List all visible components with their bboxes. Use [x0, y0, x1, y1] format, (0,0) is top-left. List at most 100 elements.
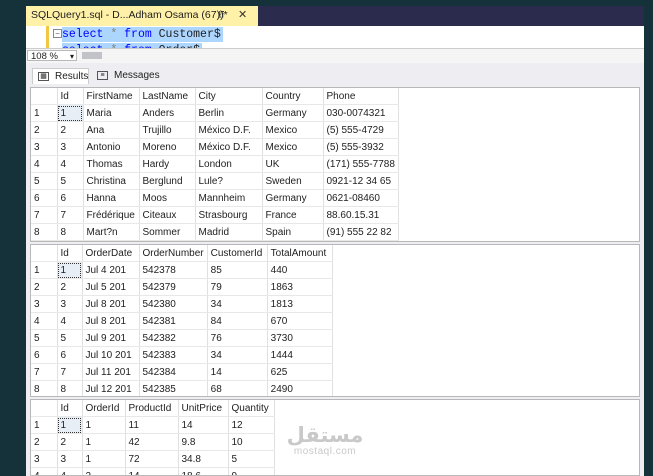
table-cell[interactable]: 79: [207, 278, 268, 296]
row-number[interactable]: 2: [31, 278, 58, 296]
table-cell[interactable]: 1: [82, 450, 126, 468]
table-cell[interactable]: Mart?n: [83, 223, 140, 241]
table-cell[interactable]: 18.6: [178, 467, 229, 475]
table-cell[interactable]: 14: [207, 363, 268, 381]
table-cell[interactable]: Thomas: [83, 155, 140, 173]
table-row[interactable]: 8 8 Jul 12 201 542385 68 2490: [31, 380, 333, 396]
table-cell[interactable]: 670: [267, 312, 333, 330]
table-cell[interactable]: 9.8: [178, 433, 229, 451]
table-cell[interactable]: 0921-12 34 65: [323, 172, 399, 190]
table-cell[interactable]: (5) 555-3932: [323, 138, 399, 156]
row-number[interactable]: 4: [31, 312, 58, 330]
table-cell[interactable]: 0621-08460: [323, 189, 399, 207]
table-cell[interactable]: Sweden: [262, 172, 324, 190]
table-cell[interactable]: Antonio: [83, 138, 140, 156]
table-cell[interactable]: 1: [57, 261, 83, 279]
table-cell[interactable]: 1813: [267, 295, 333, 313]
table-cell[interactable]: 34: [207, 295, 268, 313]
row-number[interactable]: 6: [31, 189, 58, 207]
results-grid-customers[interactable]: Id FirstName LastName City Country Phone…: [30, 87, 640, 242]
table-cell[interactable]: México D.F.: [195, 121, 263, 139]
tab-results[interactable]: ▦ Results: [32, 68, 89, 84]
table-cell[interactable]: Moreno: [139, 138, 196, 156]
table-cell[interactable]: 1: [82, 416, 126, 434]
table-cell[interactable]: Lule?: [195, 172, 263, 190]
table-cell[interactable]: Jul 8 201: [82, 295, 140, 313]
table-cell[interactable]: México D.F.: [195, 138, 263, 156]
column-header[interactable]: OrderNumber: [139, 245, 208, 262]
row-number[interactable]: 7: [31, 206, 58, 224]
table-row[interactable]: 5 5 Jul 9 201 542382 76 3730: [31, 329, 333, 347]
table-cell[interactable]: Spain: [262, 223, 324, 241]
table-cell[interactable]: 3: [57, 295, 83, 313]
table-cell[interactable]: Jul 9 201: [82, 329, 140, 347]
column-header[interactable]: [31, 245, 58, 262]
table-cell[interactable]: (171) 555-7788: [323, 155, 399, 173]
table-row[interactable]: 6 6 Hanna Moos Mannheim Germany 0621-08460: [31, 189, 399, 207]
column-header[interactable]: TotalAmount: [267, 245, 333, 262]
table-cell[interactable]: 542383: [139, 346, 208, 364]
zoom-select[interactable]: 108 % ▾: [27, 50, 77, 62]
column-header[interactable]: City: [195, 88, 263, 105]
table-cell[interactable]: 440: [267, 261, 333, 279]
row-number[interactable]: 4: [31, 155, 58, 173]
table-cell[interactable]: 76: [207, 329, 268, 347]
table-cell[interactable]: 72: [125, 450, 179, 468]
table-cell[interactable]: 542380: [139, 295, 208, 313]
table-cell[interactable]: 6: [57, 346, 83, 364]
row-number[interactable]: 3: [31, 138, 58, 156]
column-header[interactable]: OrderDate: [82, 245, 140, 262]
table-cell[interactable]: Ana: [83, 121, 140, 139]
table-row[interactable]: 3 3 Jul 8 201 542380 34 1813: [31, 295, 333, 313]
table-row[interactable]: 7 7 Frédérique Citeaux Strasbourg France 88.60…: [31, 206, 399, 224]
row-number[interactable]: 2: [31, 121, 58, 139]
table-cell[interactable]: 14: [125, 467, 179, 475]
column-header[interactable]: Phone: [323, 88, 399, 105]
column-header[interactable]: OrderId: [82, 400, 126, 417]
pin-icon[interactable]: ⭿: [218, 8, 224, 25]
table-cell[interactable]: 5: [57, 329, 83, 347]
table-cell[interactable]: 1: [57, 104, 84, 122]
table-cell[interactable]: 42: [125, 433, 179, 451]
row-number[interactable]: 3: [31, 295, 58, 313]
horizontal-scrollbar-thumb[interactable]: [82, 52, 102, 59]
table-cell[interactable]: 11: [125, 416, 179, 434]
table-cell[interactable]: 2: [57, 278, 83, 296]
column-header[interactable]: Id: [57, 88, 84, 105]
table-row[interactable]: 7 7 Jul 11 201 542384 14 625: [31, 363, 333, 381]
table-row[interactable]: 4 4 Thomas Hardy London UK (171) 555-7788: [31, 155, 399, 173]
table-cell[interactable]: Jul 4 201: [82, 261, 140, 279]
column-header[interactable]: FirstName: [83, 88, 140, 105]
table-cell[interactable]: Sommer: [139, 223, 196, 241]
column-header[interactable]: [31, 400, 58, 417]
table-cell[interactable]: 2490: [267, 380, 333, 396]
table-cell[interactable]: Jul 8 201: [82, 312, 140, 330]
table-cell[interactable]: 3: [57, 138, 84, 156]
table-row[interactable]: 3 3 Antonio Moreno México D.F. Mexico (5) 555-…: [31, 138, 399, 156]
row-number[interactable]: 6: [31, 346, 58, 364]
table-cell[interactable]: Berglund: [139, 172, 196, 190]
table-cell[interactable]: 34.8: [178, 450, 229, 468]
row-number[interactable]: 7: [31, 363, 58, 381]
row-number[interactable]: 2: [31, 433, 58, 451]
table-cell[interactable]: 10: [228, 433, 275, 451]
table-cell[interactable]: 84: [207, 312, 268, 330]
table-row[interactable]: 2 2 Ana Trujillo México D.F. Mexico (5) 555-47…: [31, 121, 399, 139]
row-number[interactable]: 5: [31, 172, 58, 190]
row-number[interactable]: 5: [31, 329, 58, 347]
table-cell[interactable]: 4: [57, 467, 83, 475]
table-cell[interactable]: 542385: [139, 380, 208, 396]
table-cell[interactable]: 1: [82, 433, 126, 451]
column-header[interactable]: ProductId: [125, 400, 179, 417]
table-cell[interactable]: Madrid: [195, 223, 263, 241]
table-cell[interactable]: Maria: [83, 104, 140, 122]
table-cell[interactable]: 542381: [139, 312, 208, 330]
table-cell[interactable]: Jul 11 201: [82, 363, 140, 381]
table-cell[interactable]: 14: [178, 416, 229, 434]
column-header[interactable]: CustomerId: [207, 245, 268, 262]
table-cell[interactable]: London: [195, 155, 263, 173]
tab-messages[interactable]: ≡ Messages: [92, 68, 164, 84]
results-grid-orders[interactable]: Id OrderDate OrderNumber CustomerId Tota…: [30, 244, 640, 397]
table-cell[interactable]: 85: [207, 261, 268, 279]
table-cell[interactable]: (5) 555-4729: [323, 121, 399, 139]
